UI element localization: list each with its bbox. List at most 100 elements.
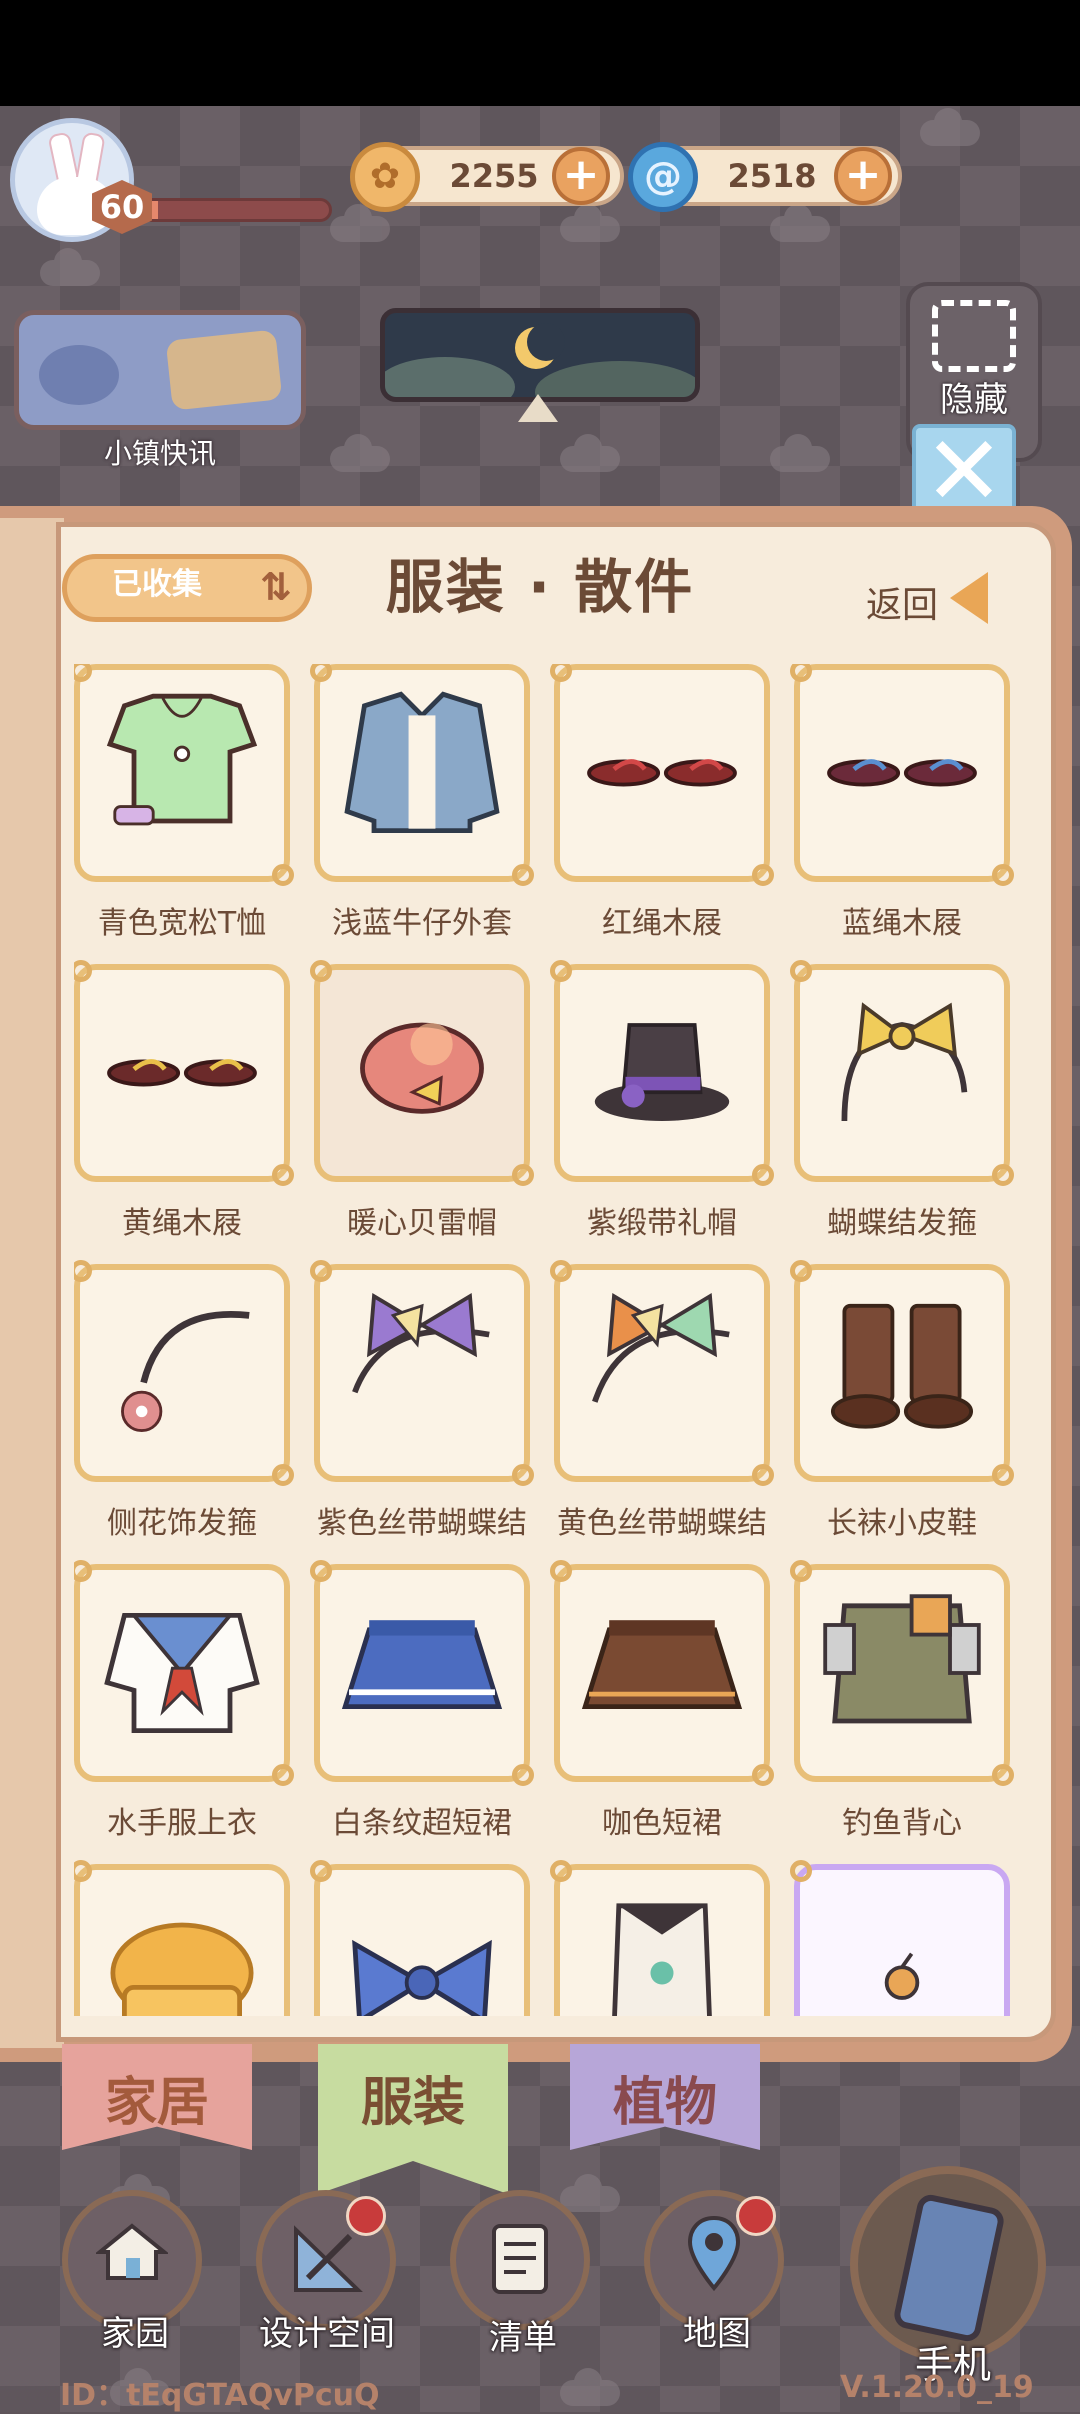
hill-decoration — [385, 357, 515, 397]
back-button[interactable]: 返回 — [866, 576, 938, 628]
item-card[interactable] — [550, 1860, 770, 2016]
item-cell[interactable]: 侧花饰发箍 — [74, 1260, 294, 1564]
cloud-decoration — [560, 2174, 620, 2212]
item-cell[interactable]: 蓝绳木屐 — [790, 664, 1014, 964]
item-card[interactable] — [550, 1560, 774, 1786]
item-name: 暖心贝雷帽 — [347, 1206, 497, 1241]
item-card[interactable] — [74, 1860, 290, 2016]
item-card[interactable] — [310, 960, 534, 1186]
item-cell[interactable]: 白条纹超短裙 — [310, 1560, 534, 1864]
item-cell[interactable] — [790, 1860, 1010, 2016]
time-pointer-icon — [518, 394, 558, 422]
hill-decoration — [535, 361, 695, 397]
item-card[interactable] — [310, 1860, 530, 2016]
item-card[interactable] — [550, 664, 774, 886]
item-name: 黄绳木屐 — [122, 1206, 242, 1241]
blue-clogs-icon — [806, 676, 998, 874]
item-cell[interactable]: 黄绳木屐 — [74, 960, 294, 1264]
item-card[interactable] — [550, 960, 774, 1186]
item-cell[interactable] — [550, 1860, 770, 2016]
cloud-decoration — [330, 204, 390, 242]
swirl-decoration — [39, 345, 119, 405]
chef-hat-icon — [86, 1876, 278, 2016]
item-cell[interactable]: 浅蓝牛仔外套 — [310, 664, 534, 964]
item-card[interactable] — [74, 1560, 294, 1786]
panel-title: 服装 · 散件 — [385, 553, 695, 621]
notification-dot — [346, 2196, 386, 2236]
item-cell[interactable]: 咖色短裙 — [550, 1560, 774, 1864]
item-cell[interactable]: 长袜小皮鞋 — [790, 1260, 1014, 1564]
item-name: 钓鱼背心 — [842, 1806, 962, 1841]
town-news-label: 小镇快讯 — [103, 437, 216, 470]
item-card[interactable] — [790, 664, 1014, 886]
item-name: 长袜小皮鞋 — [827, 1506, 977, 1541]
add-coins-button[interactable]: + — [552, 147, 610, 205]
gem-amount: 2518 — [727, 157, 817, 195]
item-cell[interactable] — [74, 1860, 290, 2016]
item-card[interactable] — [790, 1560, 1014, 1786]
item-card[interactable] — [790, 1260, 1014, 1486]
item-cell[interactable]: 暖心贝雷帽 — [310, 960, 534, 1264]
item-name: 蝴蝶结发箍 — [827, 1206, 977, 1241]
item-name: 红绳木屐 — [602, 906, 722, 941]
version-label: V.1.20.0_19 — [840, 2370, 1034, 2405]
item-name: 白条纹超短裙 — [332, 1806, 512, 1841]
item-cell[interactable]: 青色宽松T恤 — [74, 664, 294, 964]
item-card[interactable] — [790, 960, 1014, 1186]
tab-plants-label: 植物 — [612, 2073, 717, 2133]
item-grid: 青色宽松T恤 浅蓝牛仔外套 红绳木屐 蓝绳木屐黄绳木屐 暖心贝雷帽 紫缎带礼帽 蝴蝶结发箍侧… — [74, 664, 1014, 2016]
item-name: 浅蓝牛仔外套 — [332, 906, 512, 941]
top-hat-icon — [566, 976, 758, 1174]
blue-bow-icon — [326, 1876, 518, 2016]
back-arrow-icon[interactable] — [950, 572, 988, 624]
item-cell[interactable]: 紫缎带礼帽 — [550, 960, 774, 1264]
item-card[interactable] — [310, 664, 534, 886]
level-number: 60 — [99, 188, 145, 226]
cloud-decoration — [330, 434, 390, 472]
coin-icon — [350, 142, 420, 212]
yellow-ribbon-icon — [566, 1276, 758, 1474]
item-card[interactable] — [310, 1260, 534, 1486]
bell-charm-icon — [806, 1876, 998, 2016]
cloud-decoration — [770, 434, 830, 472]
add-gems-button[interactable]: + — [834, 147, 892, 205]
item-name: 咖色短裙 — [602, 1806, 722, 1841]
nav-map-label: 地图 — [683, 2314, 751, 2354]
cloud-decoration — [770, 204, 830, 242]
notification-dot — [736, 2196, 776, 2236]
item-cell[interactable] — [310, 1860, 530, 2016]
item-card[interactable] — [74, 1260, 294, 1486]
item-name: 黄色丝带蝴蝶结 — [557, 1506, 767, 1541]
item-card[interactable] — [550, 1260, 774, 1486]
item-card[interactable] — [74, 960, 294, 1186]
item-cell[interactable]: 黄色丝带蝴蝶结 — [550, 1260, 774, 1564]
list-icon — [486, 2220, 556, 2300]
item-card[interactable] — [74, 664, 294, 886]
item-card[interactable] — [790, 1860, 1010, 2016]
item-cell[interactable]: 水手服上衣 — [74, 1560, 294, 1864]
map-pin-icon — [686, 2214, 742, 2294]
item-name: 紫缎带礼帽 — [587, 1206, 737, 1241]
apron-icon — [566, 1876, 758, 2016]
item-cell[interactable]: 蝴蝶结发箍 — [790, 960, 1014, 1264]
tab-clothing-label: 服装 — [360, 2073, 465, 2133]
item-name: 水手服上衣 — [107, 1806, 257, 1841]
sort-icon: ⇅ — [260, 565, 292, 609]
item-cell[interactable]: 紫色丝带蝴蝶结 — [310, 1260, 534, 1564]
flower-headband-icon — [86, 1276, 278, 1474]
coin-amount: 2255 — [449, 157, 539, 195]
house-icon — [94, 2222, 170, 2282]
sailor-top-icon — [86, 1576, 278, 1774]
status-bar — [0, 0, 1080, 106]
xp-bar — [140, 198, 332, 222]
item-cell[interactable]: 钓鱼背心 — [790, 1560, 1014, 1864]
yellow-clogs-icon — [86, 976, 278, 1174]
item-cell[interactable]: 红绳木屐 — [550, 664, 774, 964]
gem-icon — [628, 142, 698, 212]
blue-skirt-icon — [326, 1576, 518, 1774]
town-news-banner[interactable] — [14, 310, 306, 430]
nav-design-label: 设计空间 — [259, 2314, 395, 2354]
item-card[interactable] — [310, 1560, 534, 1786]
denim-jacket-icon — [326, 676, 518, 874]
nav-home-label: 家园 — [101, 2314, 169, 2354]
